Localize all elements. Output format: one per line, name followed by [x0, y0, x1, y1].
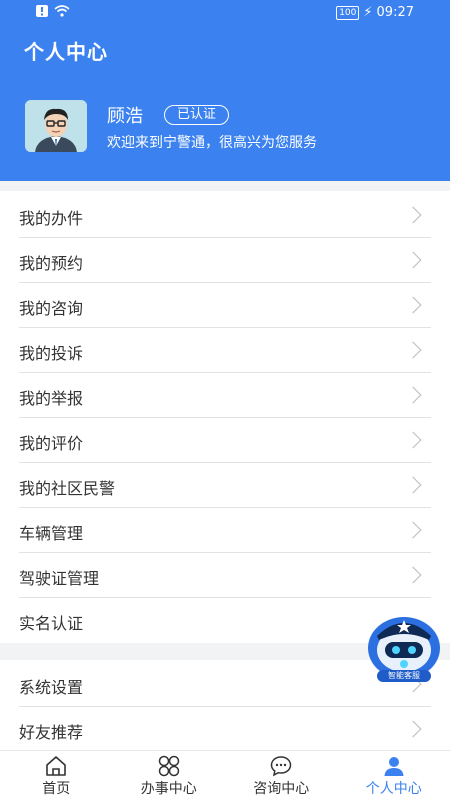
service-grid-icon	[157, 754, 181, 778]
menu-item-label: 系统设置	[19, 678, 84, 697]
menu-item-label: 我的咨询	[19, 299, 84, 318]
chevron-right-icon	[404, 251, 422, 269]
tab-home[interactable]: 首页	[0, 751, 113, 800]
menu-item-label: 我的社区民警	[19, 479, 116, 498]
chevron-right-icon	[404, 521, 422, 539]
menu-item-vehicle-management[interactable]: 车辆管理	[19, 508, 431, 553]
menu-item-label: 实名认证	[19, 614, 84, 633]
menu-item-my-reviews[interactable]: 我的评价	[19, 418, 431, 463]
chevron-right-icon	[404, 720, 422, 738]
menu-item-recommend-friends[interactable]: 好友推荐	[19, 707, 431, 750]
menu-list: 我的办件 我的预约 我的咨询 我的投诉 我的举报 我的评价 我的社区民警 车辆管…	[0, 191, 450, 643]
battery-icon: 100	[336, 5, 360, 20]
status-bar: 100 ⚡ 09:27	[0, 0, 450, 26]
welcome-text: 欢迎来到宁警通，很高兴为您服务	[107, 135, 317, 151]
robot-label: 智能客服	[388, 671, 420, 680]
menu-item-label: 我的评价	[19, 434, 84, 453]
page-title: 个人中心	[24, 40, 108, 64]
chevron-right-icon	[404, 431, 422, 449]
tab-label: 个人中心	[365, 781, 422, 797]
chevron-right-icon	[404, 566, 422, 584]
menu-item-label: 我的办件	[19, 209, 84, 228]
menu-item-label: 好友推荐	[19, 723, 84, 742]
tab-label: 首页	[42, 781, 71, 797]
tab-label: 办事中心	[140, 781, 197, 797]
tab-personal-center[interactable]: 个人中心	[338, 751, 450, 800]
chevron-right-icon	[404, 476, 422, 494]
notification-icon	[36, 5, 48, 21]
avatar[interactable]	[25, 100, 87, 152]
menu-item-label: 我的预约	[19, 254, 84, 273]
menu-item-my-consultations[interactable]: 我的咨询	[19, 283, 431, 328]
menu-item-label: 驾驶证管理	[19, 569, 100, 588]
tab-consult-center[interactable]: 咨询中心	[225, 751, 338, 800]
charging-icon: ⚡	[363, 5, 373, 20]
tab-label: 咨询中心	[253, 781, 310, 797]
chevron-right-icon	[404, 296, 422, 314]
tab-service-center[interactable]: 办事中心	[113, 751, 226, 800]
menu-item-community-police[interactable]: 我的社区民警	[19, 463, 431, 508]
menu-item-label: 我的投诉	[19, 344, 84, 363]
wifi-icon	[54, 5, 70, 21]
profile-header: 个人中心 顾浩 已认证 欢迎来到宁警通，很高兴为您服务	[0, 26, 450, 181]
user-name: 顾浩	[107, 106, 143, 127]
chevron-right-icon	[404, 206, 422, 224]
menu-item-my-complaints[interactable]: 我的投诉	[19, 328, 431, 373]
menu-item-label: 车辆管理	[19, 524, 84, 543]
menu-item-my-appointments[interactable]: 我的预约	[19, 238, 431, 283]
status-time: 09:27	[376, 5, 414, 20]
chat-bubble-icon	[269, 754, 293, 778]
menu-item-license-management[interactable]: 驾驶证管理	[19, 553, 431, 598]
menu-item-my-cases[interactable]: 我的办件	[19, 193, 431, 238]
person-icon	[382, 754, 406, 778]
menu-item-label: 我的举报	[19, 389, 84, 408]
smart-service-robot-button[interactable]: 智能客服	[363, 608, 445, 684]
home-icon	[44, 754, 68, 778]
verified-badge: 已认证	[164, 105, 230, 125]
chevron-right-icon	[404, 341, 422, 359]
menu-item-my-reports[interactable]: 我的举报	[19, 373, 431, 418]
chevron-right-icon	[404, 386, 422, 404]
bottom-tab-bar: 首页 办事中心 咨询中心 个人中心	[0, 750, 450, 800]
